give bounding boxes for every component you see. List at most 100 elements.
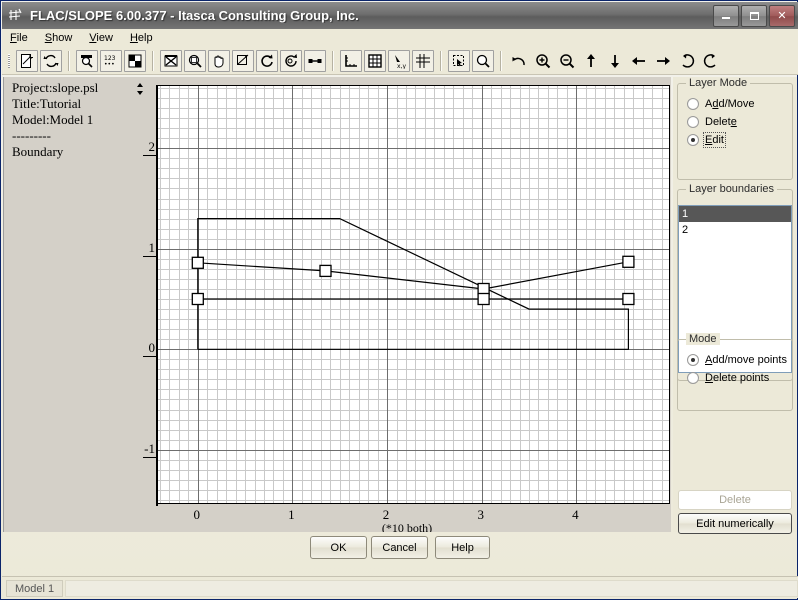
radio-delete-layer-icon bbox=[687, 116, 699, 128]
menu-item-file[interactable]: File bbox=[10, 31, 37, 45]
menu-item-view-label: iew bbox=[96, 32, 113, 44]
rotate-cw-icon[interactable] bbox=[256, 49, 278, 72]
status-bar: Model 1 bbox=[2, 576, 798, 598]
arrow-left-icon[interactable] bbox=[628, 50, 650, 72]
quad-grid-icon[interactable] bbox=[124, 49, 146, 72]
cancel-button[interactable]: Cancel bbox=[371, 536, 428, 559]
project-info-panel: Project:slope.psl Title:Tutorial Model:M… bbox=[3, 77, 136, 532]
y-axis-label: 2 bbox=[148, 139, 156, 155]
info-line-boundary: Boundary bbox=[12, 144, 64, 159]
svg-text:•••: ••• bbox=[104, 61, 115, 68]
delete-button[interactable]: Delete bbox=[678, 490, 792, 510]
radio-delete-points[interactable]: Delete points bbox=[687, 372, 792, 384]
menu-item-view[interactable]: View bbox=[89, 31, 122, 45]
layer-boundaries-title: Layer boundaries bbox=[686, 183, 778, 195]
toolbar-grip[interactable] bbox=[6, 51, 12, 71]
toolbar-separator bbox=[68, 50, 70, 71]
toolbar-separator bbox=[152, 50, 154, 71]
grid-icon[interactable] bbox=[364, 49, 386, 72]
y-axis-tick bbox=[143, 457, 157, 458]
help-button[interactable]: Help bbox=[435, 536, 490, 559]
status-empty-cell bbox=[65, 580, 798, 597]
window-controls: ✕ bbox=[713, 4, 795, 27]
x-axis-label: 1 bbox=[288, 507, 295, 522]
maximize-button[interactable] bbox=[741, 4, 767, 27]
menu-item-file-label: ile bbox=[16, 32, 28, 44]
refresh-icon[interactable] bbox=[40, 49, 62, 72]
undo-icon[interactable] bbox=[508, 50, 530, 72]
list-item[interactable]: 1 bbox=[679, 206, 791, 222]
plot-canvas[interactable] bbox=[157, 85, 670, 504]
zoom-in-icon[interactable] bbox=[532, 50, 554, 72]
radio-delete-points-label: Delete points bbox=[705, 372, 770, 384]
info-line-project: Project:slope.psl bbox=[12, 80, 99, 95]
link-icon[interactable] bbox=[304, 49, 326, 72]
y-axis-label: 0 bbox=[148, 340, 156, 356]
toolbar-separator bbox=[500, 50, 502, 71]
edit-numerically-button[interactable]: Edit numerically bbox=[678, 513, 792, 534]
title-bar: FLAC/SLOPE 6.00.377 - Itasca Consulting … bbox=[2, 2, 798, 29]
zoom-extents-icon[interactable] bbox=[472, 49, 494, 72]
rotate-left-icon[interactable] bbox=[676, 50, 698, 72]
menu-item-show-label: how bbox=[52, 32, 73, 44]
minimize-icon bbox=[722, 17, 730, 19]
y-axis-label: -1 bbox=[144, 440, 155, 456]
flac-slope-icon bbox=[7, 7, 25, 25]
radio-add-move-points-label: Add/move points bbox=[705, 354, 787, 366]
close-x-icon[interactable] bbox=[160, 49, 182, 72]
close-icon: ✕ bbox=[777, 9, 787, 22]
toolbar-separator bbox=[332, 50, 334, 71]
marquee-select-icon[interactable] bbox=[448, 49, 470, 72]
edit-numerically-button-label: Edit numerically bbox=[696, 517, 774, 530]
radio-add-move-layer[interactable]: Add/Move bbox=[687, 98, 792, 110]
zoom-window-icon[interactable] bbox=[184, 49, 206, 72]
arrow-down-icon[interactable] bbox=[604, 50, 626, 72]
plot-area[interactable]: 2 1 0 -1 01234 (*10 both) bbox=[143, 77, 671, 532]
menu-item-show[interactable]: Show bbox=[45, 31, 82, 45]
radio-add-move-layer-icon bbox=[687, 98, 699, 110]
radio-delete-layer[interactable]: Delete bbox=[687, 116, 792, 128]
panel-splitter[interactable] bbox=[136, 77, 143, 532]
point-mode-title: Mode bbox=[686, 333, 720, 345]
radio-edit-layer-icon bbox=[687, 134, 699, 146]
radio-add-move-points[interactable]: Add/move points bbox=[687, 354, 792, 366]
radio-edit-layer-label: Edit bbox=[703, 132, 726, 148]
menu-item-help[interactable]: Help bbox=[130, 31, 162, 45]
cancel-button-label: Cancel bbox=[382, 541, 417, 554]
rotate-view-icon[interactable] bbox=[280, 49, 302, 72]
axes-icon[interactable] bbox=[340, 49, 362, 72]
zoom-out-icon[interactable] bbox=[556, 50, 578, 72]
layer-mode-title: Layer Mode bbox=[686, 77, 751, 89]
rotate-right-icon[interactable] bbox=[700, 50, 722, 72]
info-line-model: Model:Model 1 bbox=[12, 112, 94, 127]
close-button[interactable]: ✕ bbox=[769, 4, 795, 27]
dialog-button-bar: OK Cancel Help bbox=[1, 536, 798, 564]
svg-text:x,y: x,y bbox=[397, 63, 406, 69]
pan-hand-icon[interactable] bbox=[208, 49, 230, 72]
snap-grid-icon[interactable] bbox=[412, 49, 434, 72]
radio-add-move-points-icon bbox=[687, 354, 699, 366]
numbers-icon[interactable]: 123 ••• bbox=[100, 49, 122, 72]
menu-item-help-label: elp bbox=[137, 32, 153, 44]
ok-button[interactable]: OK bbox=[310, 536, 367, 559]
layer-mode-group: Layer Mode Add/Move Delete Edit bbox=[677, 77, 793, 180]
delete-button-label: Delete bbox=[719, 494, 751, 506]
radio-edit-layer[interactable]: Edit bbox=[687, 132, 792, 148]
minimize-button[interactable] bbox=[713, 4, 739, 27]
x-axis-caption: (*10 both) bbox=[381, 521, 433, 532]
ok-button-label: OK bbox=[330, 541, 347, 554]
help-button-label: Help bbox=[451, 541, 474, 554]
new-project-icon[interactable] bbox=[16, 49, 38, 72]
flac-slope-window: FLAC/SLOPE 6.00.377 - Itasca Consulting … bbox=[0, 0, 798, 600]
list-item[interactable]: 2 bbox=[679, 222, 791, 238]
maximize-icon bbox=[749, 11, 759, 20]
xy-points-icon[interactable]: x,y bbox=[388, 49, 410, 72]
y-axis-label: 1 bbox=[148, 239, 156, 255]
zoom-rect-icon[interactable] bbox=[232, 49, 254, 72]
arrow-right-icon[interactable] bbox=[652, 50, 674, 72]
magnifier-icon[interactable] bbox=[76, 49, 98, 72]
arrow-up-icon[interactable] bbox=[580, 50, 602, 72]
plot-svg bbox=[158, 86, 669, 503]
x-axis-label: 3 bbox=[477, 507, 484, 522]
window-title: FLAC/SLOPE 6.00.377 - Itasca Consulting … bbox=[30, 8, 359, 23]
